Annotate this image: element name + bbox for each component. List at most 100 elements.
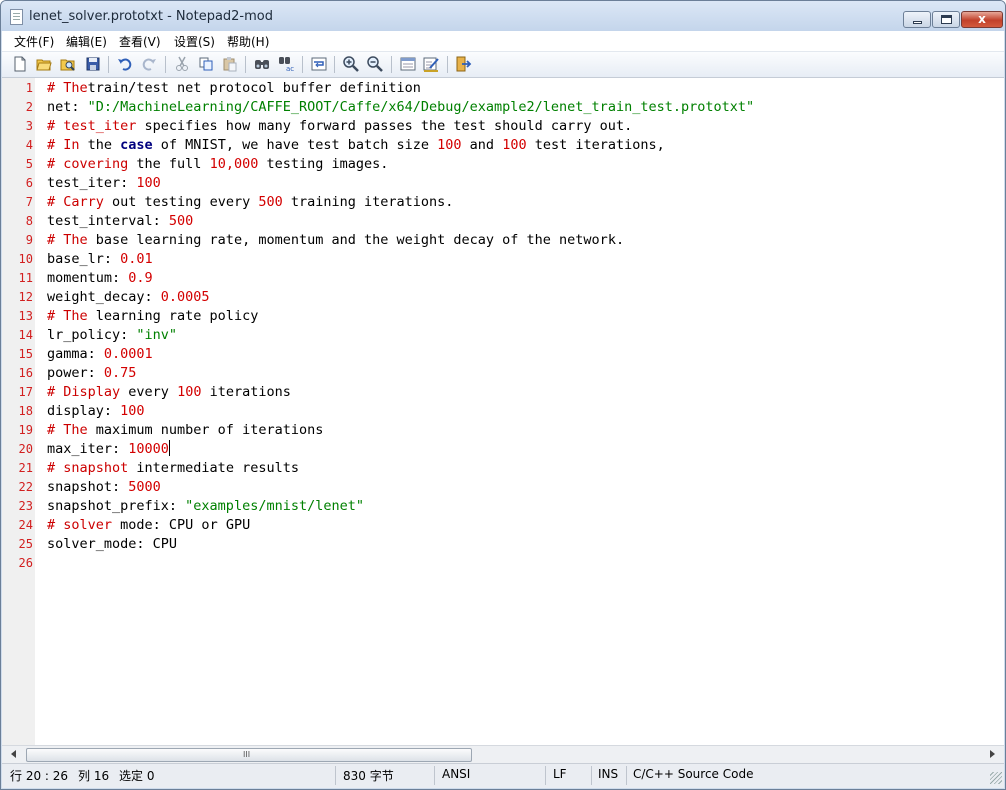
code-line[interactable]: 3 # test_iter specifies how many forward … [2,117,1004,136]
menu-help[interactable]: 帮助(H) [227,33,269,50]
maximize-button[interactable] [932,11,960,28]
status-lexer[interactable]: C/C++ Source Code [633,767,753,781]
text-token: base_lr: [47,251,121,267]
code-line[interactable]: 25 solver_mode: CPU [2,535,1004,554]
menu-edit[interactable]: 编辑(E) [66,33,107,50]
line-number: 20 [18,442,33,456]
comment-token: # Display [47,384,121,400]
number-token: 5000 [128,479,161,495]
horizontal-scrollbar[interactable]: III [2,745,1004,763]
scheme-icon[interactable] [399,55,417,73]
text-token: display: [47,403,121,419]
number-token: 0.0001 [103,346,153,362]
open-file-icon[interactable] [35,55,53,73]
text-token: max_iter: [47,441,129,457]
status-separator [626,766,627,785]
text-token: test_interval: [47,213,169,229]
code-line[interactable]: 11 momentum: 0.9 [2,269,1004,288]
text-token: out testing every [103,194,259,210]
code-line[interactable]: 23 snapshot_prefix: "examples/mnist/lenet… [2,497,1004,516]
minimize-button[interactable] [903,11,931,28]
text-token: solver_mode: CPU [47,536,178,552]
status-encoding[interactable]: ANSI [442,767,470,781]
code-line[interactable]: 19 # The maximum number of iterations [2,421,1004,440]
code-line[interactable]: 9 # The base learning rate, momentum and … [2,231,1004,250]
code-line[interactable]: 22 snapshot: 5000 [2,478,1004,497]
zoom-out-icon[interactable] [366,55,384,73]
close-icon: x [978,12,986,26]
text-token: specifies how many forward passes the te… [136,118,633,134]
code-line[interactable]: 7 # Carry out testing every 500 training … [2,193,1004,212]
redo-icon[interactable] [140,55,158,73]
code-line[interactable]: 10 base_lr: 0.01 [2,250,1004,269]
number-token: 100 [177,384,202,400]
save-icon[interactable] [84,55,102,73]
code-line[interactable]: 21 # snapshot intermediate results [2,459,1004,478]
word-wrap-icon[interactable] [310,55,328,73]
code-line[interactable]: 4 # In the case of MNIST, we have test ba… [2,136,1004,155]
resize-grip-icon[interactable] [990,772,1002,784]
text-token: test_iter: [47,175,137,191]
scroll-right-arrow-icon[interactable] [990,750,995,758]
menu-settings[interactable]: 设置(S) [174,33,215,50]
status-separator [434,766,435,785]
paste-icon[interactable] [221,55,239,73]
code-line[interactable]: 18 display: 100 [2,402,1004,421]
code-line[interactable]: 6 test_iter: 100 [2,174,1004,193]
cut-icon[interactable] [173,55,191,73]
number-token: 0.75 [103,365,137,381]
text-token: weight_decay: [47,289,161,305]
scroll-left-arrow-icon[interactable] [11,750,16,758]
exit-icon[interactable] [454,55,472,73]
text-token: every [120,384,178,400]
new-file-icon[interactable] [11,55,29,73]
text-editor[interactable]: 1 # Thetrain/test net protocol buffer def… [2,78,1004,745]
code-line[interactable]: 1 # Thetrain/test net protocol buffer def… [2,79,1004,98]
number-token: 100 [502,137,527,153]
zoom-in-icon[interactable] [342,55,360,73]
scrollbar-thumb[interactable]: III [26,748,472,762]
undo-icon[interactable] [116,55,134,73]
line-number: 2 [25,100,33,114]
menu-file[interactable]: 文件(F) [14,33,54,50]
toolbar-separator [302,56,303,73]
line-text: # The learning rate policy [47,307,258,326]
svg-text:ac: ac [286,65,294,73]
line-number: 19 [18,423,33,437]
code-line[interactable]: 17 # Display every 100 iterations [2,383,1004,402]
find-icon[interactable] [253,55,271,73]
title-bar[interactable]: lenet_solver.prototxt - Notepad2-mod x [1,1,1005,31]
code-line[interactable]: 2 net: "D:/MachineLearning/CAFFE_ROOT/Caf… [2,98,1004,117]
line-number: 18 [18,404,33,418]
status-insert-mode[interactable]: INS [598,767,618,781]
code-line[interactable]: 26 [2,554,1004,573]
line-number: 5 [25,157,33,171]
line-text: # snapshot intermediate results [47,459,299,478]
replace-icon[interactable]: ac [278,55,296,73]
code-line[interactable]: 24 # solver mode: CPU or GPU [2,516,1004,535]
toolbar-separator [245,56,246,73]
code-line[interactable]: 5 # covering the full 10,000 testing imag… [2,155,1004,174]
text-token: snapshot_prefix: [47,498,186,514]
text-token: and [461,137,503,153]
code-line[interactable]: 20 max_iter: 10000 [2,440,1004,459]
comment-token: # Carry [47,194,104,210]
customize-icon[interactable] [422,55,440,73]
text-token: power: [47,365,104,381]
copy-icon[interactable] [197,55,215,73]
status-line-position[interactable]: 行 20 : 26 [10,767,68,784]
status-separator [591,766,592,785]
text-token: gamma: [47,346,104,362]
status-line-ending[interactable]: LF [553,767,567,781]
line-text: snapshot_prefix: "examples/mnist/lenet" [47,497,364,516]
code-line[interactable]: 14 lr_policy: "inv" [2,326,1004,345]
code-line[interactable]: 16 power: 0.75 [2,364,1004,383]
browse-icon[interactable] [59,55,77,73]
code-line[interactable]: 12 weight_decay: 0.0005 [2,288,1004,307]
code-line[interactable]: 15 gamma: 0.0001 [2,345,1004,364]
code-line[interactable]: 13 # The learning rate policy [2,307,1004,326]
code-line[interactable]: 8 test_interval: 500 [2,212,1004,231]
close-button[interactable]: x [961,11,1003,28]
comment-token: # The [47,232,88,248]
menu-view[interactable]: 查看(V) [119,33,161,50]
